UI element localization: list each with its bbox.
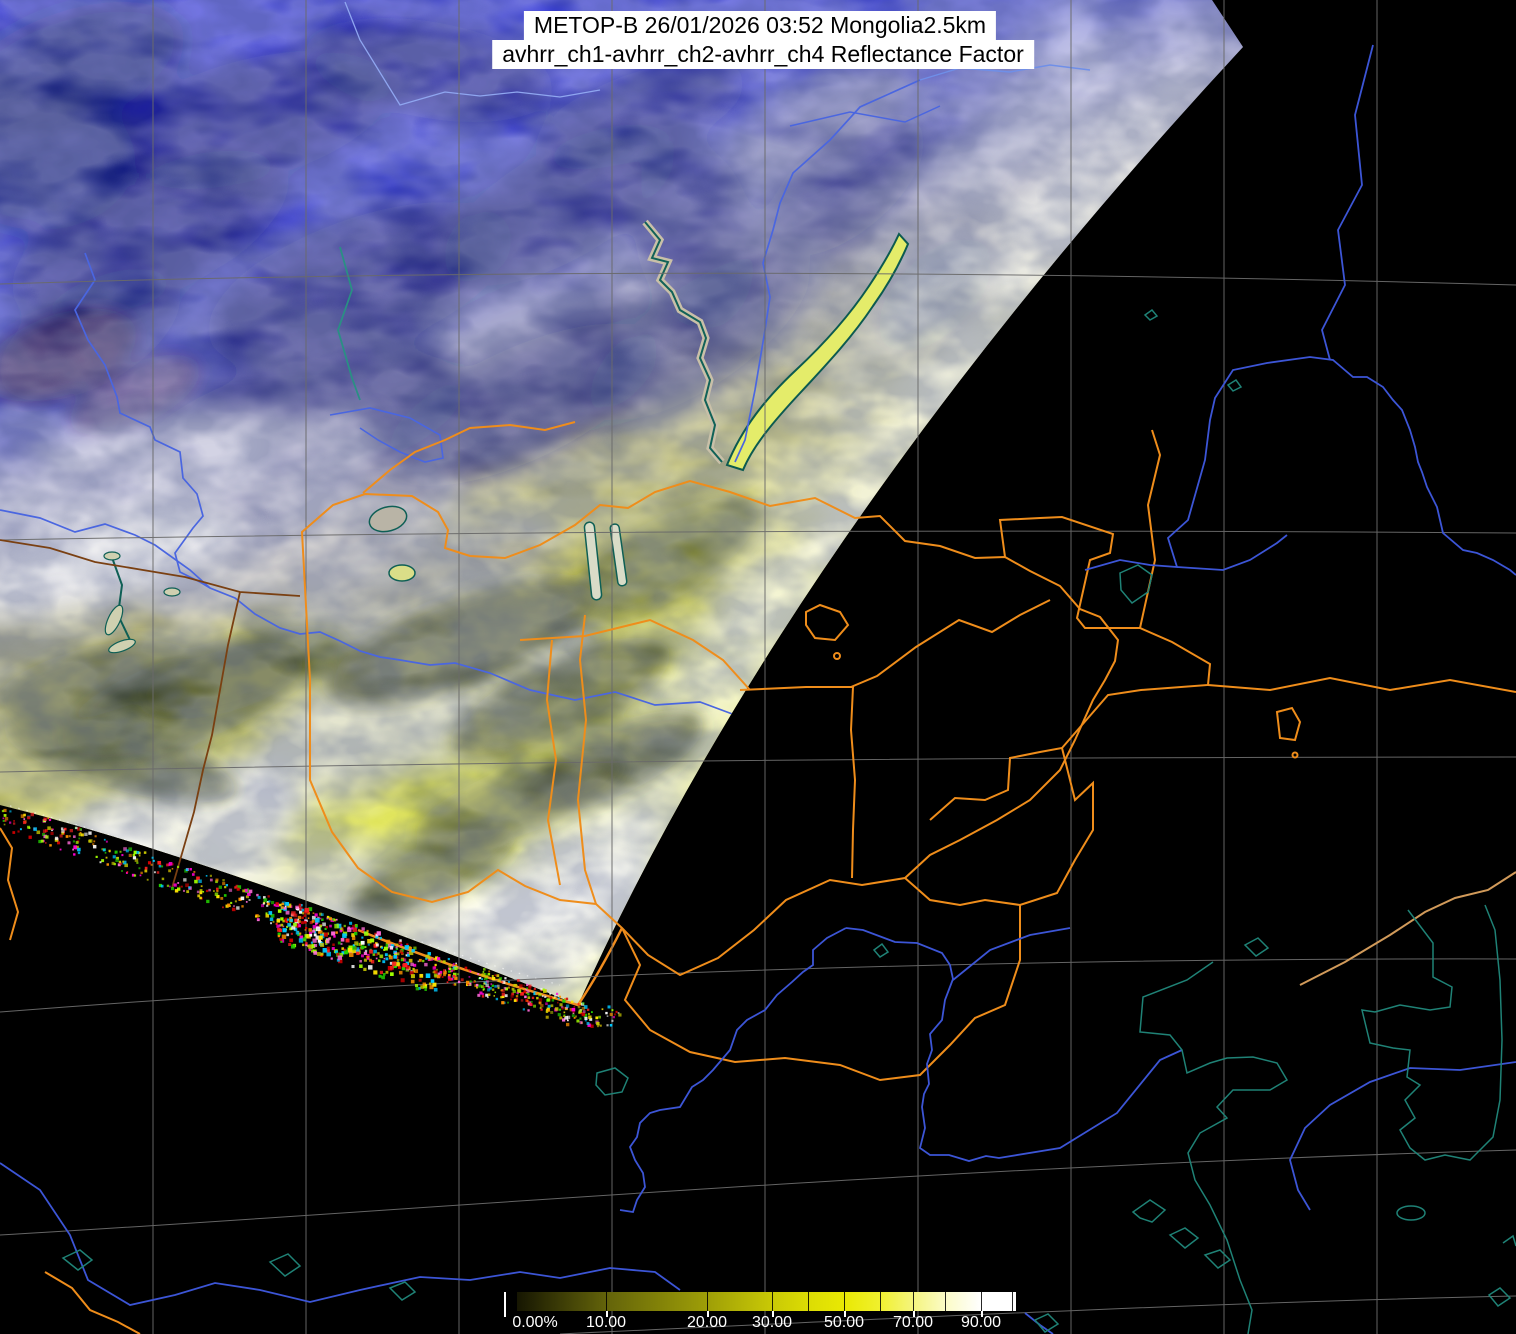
satellite-image-viewport: METOP-B 26/01/2026 03:52 Mongolia2.5km a…: [0, 0, 1516, 1334]
coast-korea: [1362, 905, 1502, 1160]
colorbar-separator: [981, 1292, 982, 1311]
border-province-n: [1140, 430, 1160, 628]
reflectance-colorbar: [517, 1292, 1016, 1311]
colorbar-label: 10.00: [586, 1314, 626, 1332]
border-left-edge: [0, 828, 18, 940]
border-province-s: [905, 748, 1093, 905]
small-island: [874, 944, 888, 957]
river-amur: [1085, 357, 1516, 575]
colorbar-separator: [606, 1292, 607, 1311]
border-yalu: [1300, 872, 1516, 985]
colorbar-label: 20.00: [687, 1314, 727, 1332]
islands-sw: [1205, 1250, 1230, 1268]
small-lake: [104, 552, 120, 560]
river-wei: [620, 928, 846, 1212]
colorbar-label: 30.00: [752, 1314, 792, 1332]
border-province-ne: [930, 517, 1210, 820]
colorbar-separator: [844, 1292, 845, 1311]
islands-sw: [1133, 1200, 1165, 1222]
colorbar-separator: [913, 1292, 914, 1311]
border-enclave-dot: [1293, 753, 1298, 758]
small-island: [390, 1282, 415, 1300]
small-island: [1503, 1236, 1516, 1246]
island-jeju: [1397, 1206, 1425, 1220]
small-lake: [164, 588, 180, 596]
river-bottom-left: [0, 1163, 680, 1305]
river-branch-ne: [953, 928, 1070, 980]
river-stub: [1025, 1313, 1053, 1334]
colorbar-separator: [707, 1292, 708, 1311]
colorbar-zero-tick: [504, 1292, 506, 1317]
colorbar-label: 0.00%: [512, 1314, 557, 1332]
small-island: [270, 1254, 300, 1276]
small-island: [1228, 380, 1241, 391]
border-province-diag: [851, 600, 1050, 687]
colorbar-label: 70.00: [893, 1314, 933, 1332]
border-province-vertical: [740, 687, 855, 878]
colorbar-separator: [880, 1292, 881, 1311]
river-shilka: [1322, 45, 1373, 360]
border-province-e: [1208, 678, 1516, 692]
islands-sw: [1170, 1228, 1198, 1248]
river-onon: [1177, 535, 1287, 570]
colorbar-separator: [772, 1292, 773, 1311]
satellite-map-canvas: [0, 0, 1516, 1334]
border-enclave: [806, 605, 848, 640]
satellite-swath: [0, 0, 1516, 1334]
colorbar-separator: [1012, 1292, 1013, 1311]
small-island: [1145, 310, 1157, 320]
colorbar-label: 90.00: [961, 1314, 1001, 1332]
lake-khyargas: [389, 565, 415, 581]
map-title: METOP-B 26/01/2026 03:52 Mongolia2.5km: [524, 11, 996, 40]
coast-bohai: [1140, 962, 1287, 1334]
colorbar-separator: [808, 1292, 809, 1311]
border-enclave: [1277, 708, 1300, 740]
colorbar-separator: [945, 1292, 946, 1311]
border-province-south: [622, 905, 1020, 1080]
small-island: [1245, 938, 1268, 956]
map-product-subtitle: avhrr_ch1-avhrr_ch2-avhrr_ch4 Reflectanc…: [492, 40, 1034, 69]
terrain-noise-texture: [0, 0, 1516, 1334]
border-enclave-dot: [834, 653, 840, 659]
colorbar-label: 50.00: [824, 1314, 864, 1332]
